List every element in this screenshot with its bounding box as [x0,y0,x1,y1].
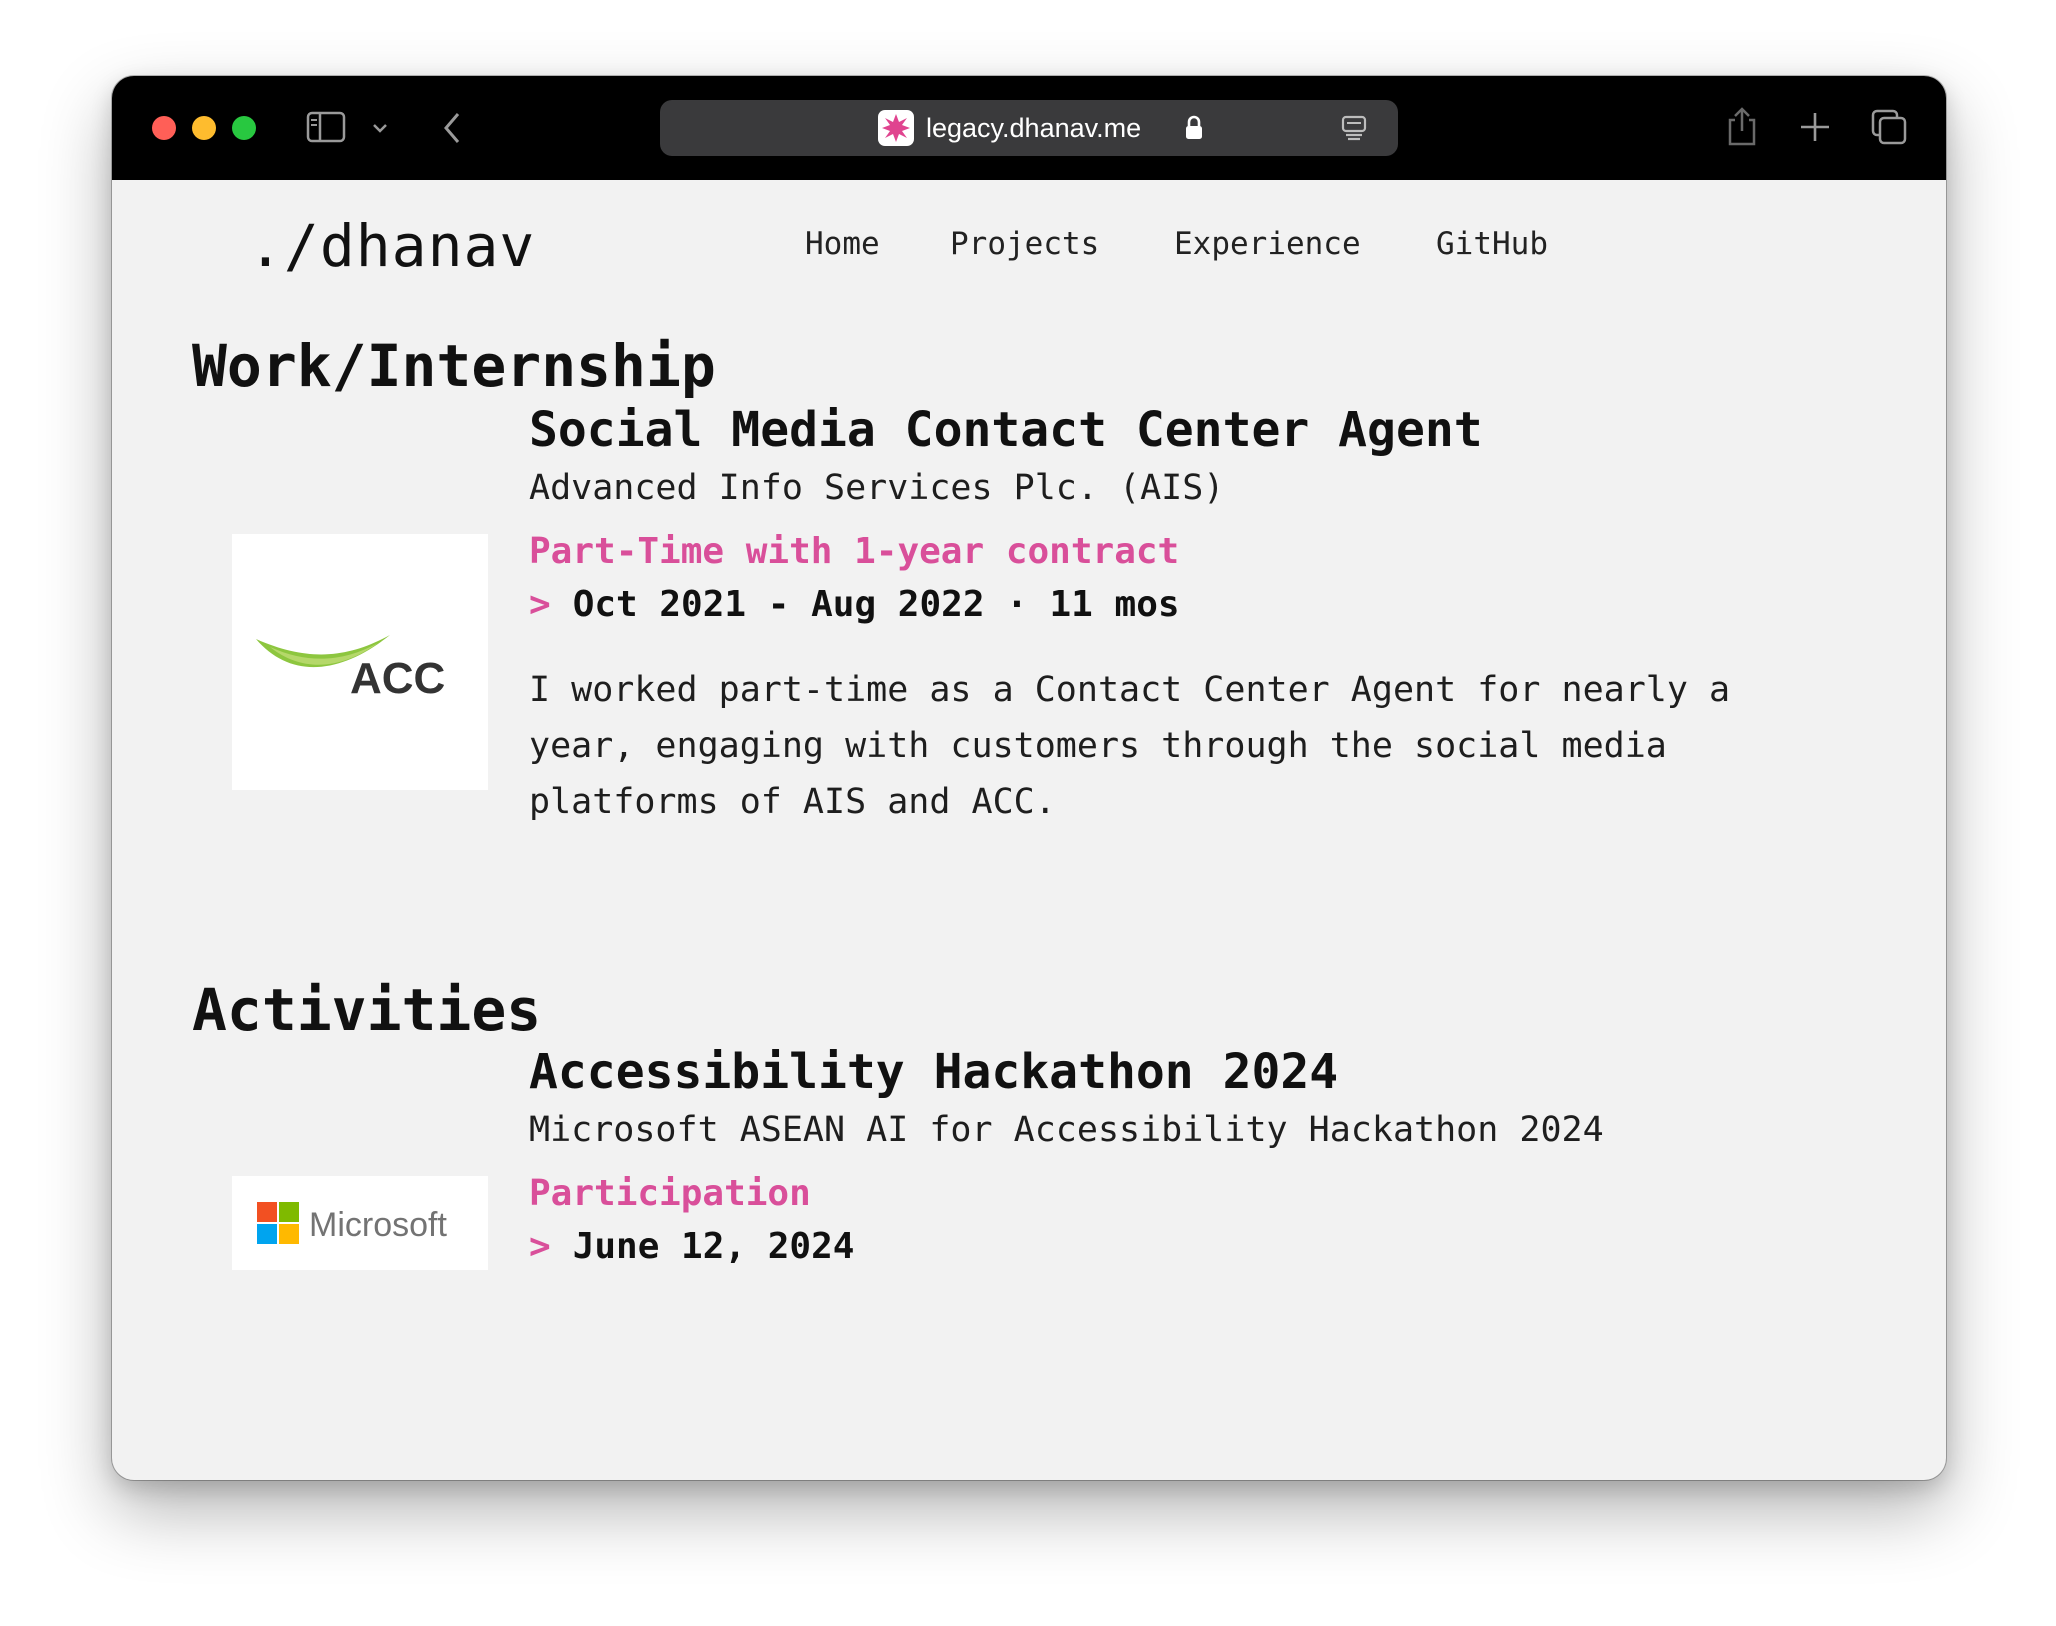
work-description: I worked part-time as a Contact Center A… [529,670,1731,822]
activity-org: Microsoft ASEAN AI for Accessibility Hac… [529,1110,1604,1150]
close-window-button[interactable] [152,116,176,140]
caret-icon: > [529,584,551,625]
nav-github[interactable]: GitHub [1436,226,1548,262]
browser-window: legacy.dhanav.me ./dhanav Home Projects … [112,76,1946,1480]
work-dates-text: Oct 2021 - Aug 2022 · 11 mos [572,584,1180,625]
tabs-icon[interactable] [1870,108,1908,146]
work-title: Social Media Contact Center Agent [529,402,1483,458]
acc-logo-text: ACC [350,654,445,703]
caret-icon: > [529,1226,551,1267]
activity-dates-text: June 12, 2024 [572,1226,855,1267]
activity-title: Accessibility Hackathon 2024 [529,1044,1339,1100]
acc-logo: ACC [232,534,488,790]
url-text: legacy.dhanav.me [926,113,1142,143]
nav-projects[interactable]: Projects [950,226,1099,262]
microsoft-logo-image: Microsoft [257,1202,447,1244]
work-dates: > Oct 2021 - Aug 2022 · 11 mos [529,578,1829,632]
chevron-down-icon[interactable] [370,118,390,138]
lock-icon [1184,115,1204,145]
nav-home[interactable]: Home [805,226,880,262]
acc-logo-image: ACC [256,635,445,703]
back-arrow-icon[interactable] [438,108,468,148]
work-org: Advanced Info Services Plc. (AIS) [529,468,1225,508]
activities-heading: Activities [192,976,542,1044]
zoom-window-button[interactable] [232,116,256,140]
activity-entry: Accessibility Hackathon 2024 Microsoft A… [529,1042,1829,1274]
site-logo[interactable]: ./dhanav [248,212,535,280]
browser-toolbar: legacy.dhanav.me [112,76,1946,180]
microsoft-logo: Microsoft [232,1176,488,1270]
work-heading: Work/Internship [192,332,716,400]
plus-icon[interactable] [1798,110,1832,144]
nav-experience[interactable]: Experience [1174,226,1361,262]
work-type: Part-Time with 1-year contract [529,531,1180,572]
reader-icon[interactable] [1340,114,1368,146]
share-icon[interactable] [1724,106,1760,148]
activity-type: Participation [529,1173,811,1214]
sidebar-icon[interactable] [306,110,346,144]
address-bar[interactable]: legacy.dhanav.me [660,100,1398,156]
minimize-window-button[interactable] [192,116,216,140]
microsoft-logo-text: Microsoft [309,1206,447,1244]
site-favicon-icon [878,110,914,146]
activity-dates: > June 12, 2024 [529,1220,1829,1274]
page-content: ./dhanav Home Projects Experience GitHub… [112,180,1946,1480]
work-entry: Social Media Contact Center Agent Advanc… [529,400,1829,830]
